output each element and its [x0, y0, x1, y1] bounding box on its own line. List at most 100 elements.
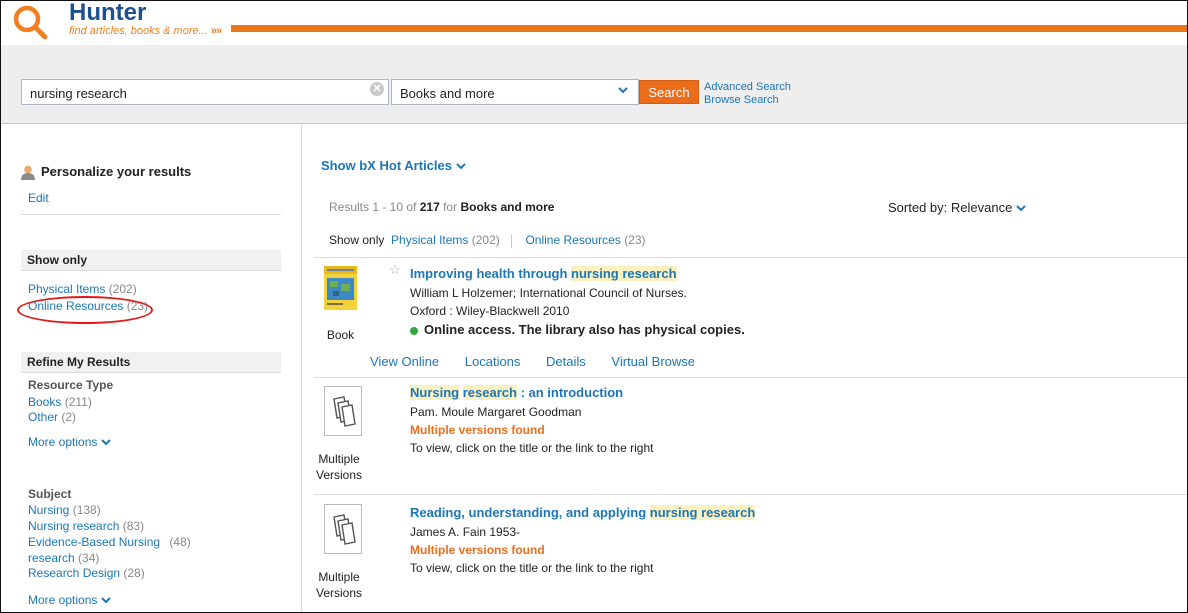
search-links: Advanced Search Browse Search — [704, 81, 791, 107]
resource-type-more-options[interactable]: More options — [28, 435, 111, 449]
subject-more-label: More options — [28, 593, 98, 607]
availability-text: Online access. The library also has phys… — [424, 322, 745, 337]
locations-link[interactable]: Locations — [465, 354, 521, 369]
page: Hunter find articles, books & more... »»… — [0, 0, 1188, 613]
facet-subject-count: (48) — [169, 535, 191, 549]
subject-title: Subject — [28, 487, 72, 501]
sort-control[interactable]: Sorted by: Relevance — [888, 200, 1026, 215]
result-item: ☆ Book Improving health through nursing … — [314, 257, 1187, 378]
result-title[interactable]: Reading, understanding, and applying nur… — [410, 505, 756, 520]
resource-type-more-label: More options — [28, 435, 98, 449]
chevron-down-icon — [455, 163, 466, 170]
chevron-down-icon — [101, 597, 111, 604]
result-type-label: Book — [326, 328, 355, 342]
subject-more-options[interactable]: More options — [28, 593, 111, 607]
logo-tagline-text: find articles, books & more... — [69, 25, 208, 37]
facet-subject-count: (34) — [78, 551, 100, 565]
show-only-physical-label[interactable]: Physical Items — [28, 282, 105, 296]
result-actions: View Online Locations Details Virtual Br… — [370, 354, 717, 369]
chevron-down-icon — [618, 85, 628, 97]
facet-subject[interactable]: Nursing research (83) — [28, 519, 144, 533]
clear-search-icon[interactable]: ✕ — [370, 82, 384, 96]
result-author: William L Holzemer; International Counci… — [410, 286, 687, 300]
book-cover-thumbnail[interactable] — [324, 266, 357, 310]
multiple-versions-label[interactable]: Multiple versions found — [410, 423, 545, 437]
refine-title: Refine My Results — [21, 352, 281, 373]
result-title-text: : an introduction — [516, 385, 624, 400]
browse-search-link[interactable]: Browse Search — [704, 94, 791, 107]
facet-subject[interactable]: Evidence-Based Nursing (48) — [28, 535, 191, 549]
results-count: Results 1 - 10 of 217 for Books and more — [329, 200, 554, 214]
multiple-versions-label[interactable]: Multiple versions found — [410, 543, 545, 557]
show-only-physical[interactable]: Physical Items (202) — [28, 282, 137, 296]
result-title-highlight: nursing research — [571, 266, 677, 281]
result-title-highlight: research — [462, 385, 517, 400]
personalize-header: Personalize your results — [21, 164, 281, 181]
multiple-versions-icon[interactable] — [324, 386, 362, 436]
hot-articles-toggle[interactable]: Show bX Hot Articles — [321, 158, 466, 173]
search-scope-value: Books and more — [400, 86, 495, 101]
divider — [21, 214, 281, 215]
show-only-label: Show only — [329, 233, 385, 247]
details-link[interactable]: Details — [546, 354, 586, 369]
result-type-line: Multiple — [318, 570, 360, 584]
results-main: Show bX Hot Articles Results 1 - 10 of 2… — [302, 124, 1187, 612]
filter-online-link[interactable]: Online Resources — [525, 233, 620, 247]
logo-tagline: find articles, books & more... »» — [69, 25, 222, 37]
magnifier-logo-icon — [13, 5, 48, 40]
facet-books-label[interactable]: Books — [28, 395, 61, 409]
result-title[interactable]: Improving health through nursing researc… — [410, 266, 677, 281]
result-item: Multiple Versions Nursing research : an … — [314, 377, 1187, 495]
star-icon[interactable]: ☆ — [389, 262, 401, 278]
result-type-line: Versions — [315, 586, 363, 600]
result-type-label: Multiple Versions — [314, 570, 364, 600]
result-title-highlight: Nursing — [410, 385, 460, 400]
results-total: 217 — [419, 200, 440, 214]
show-only-physical-count: (202) — [108, 282, 137, 296]
virtual-browse-link[interactable]: Virtual Browse — [611, 354, 695, 369]
versions-note: To view, click on the title or the link … — [410, 561, 654, 575]
result-title[interactable]: Nursing research : an introduction — [410, 385, 623, 400]
facet-subject[interactable]: research (34) — [28, 551, 99, 565]
filter-physical-count: (202) — [471, 233, 500, 247]
facet-subject-label[interactable]: research — [28, 551, 75, 565]
search-button[interactable]: Search — [639, 80, 699, 104]
availability-status: Online access. The library also has phys… — [410, 322, 745, 337]
facet-subject-count: (138) — [72, 503, 101, 517]
header: Hunter find articles, books & more... »» — [1, 1, 1187, 45]
facet-subject-label[interactable]: Research Design — [28, 566, 120, 580]
facet-other-label[interactable]: Other — [28, 410, 58, 424]
logo-title[interactable]: Hunter — [69, 1, 146, 27]
facet-books[interactable]: Books (211) — [28, 395, 92, 409]
logo-arrows: »» — [210, 25, 222, 37]
sidebar: Personalize your results Edit Show only … — [1, 124, 302, 612]
annotation-circle — [17, 296, 153, 324]
search-input[interactable] — [21, 79, 389, 105]
facet-subject-label[interactable]: Nursing research — [28, 519, 119, 533]
search-scope-select[interactable]: Books and more — [391, 79, 639, 105]
results-for: for — [443, 200, 458, 214]
facet-subject[interactable]: Research Design (28) — [28, 566, 145, 580]
result-type-line: Multiple — [318, 452, 360, 466]
results-scope: Books and more — [460, 200, 555, 214]
facet-books-count: (211) — [64, 395, 92, 409]
facet-subject-count: (83) — [122, 519, 145, 533]
advanced-search-link[interactable]: Advanced Search — [704, 81, 791, 94]
multiple-versions-icon[interactable] — [324, 504, 362, 554]
personalize-title: Personalize your results — [41, 164, 192, 179]
facet-subject[interactable]: Nursing (138) — [28, 503, 101, 517]
result-type-line: Versions — [315, 468, 363, 482]
results-prefix: Results 1 - 10 of — [329, 200, 417, 214]
result-publisher: Oxford : Wiley-Blackwell 2010 — [410, 304, 570, 318]
resource-type-title: Resource Type — [28, 378, 114, 392]
facet-subject-label[interactable]: Nursing — [28, 503, 69, 517]
result-title-text: Improving health through — [410, 266, 572, 281]
personalize-edit-link[interactable]: Edit — [28, 191, 49, 205]
result-title-highlight: nursing research — [649, 505, 756, 520]
show-only-title: Show only — [21, 250, 281, 271]
filter-physical-link[interactable]: Physical Items — [391, 233, 468, 247]
facet-subject-label[interactable]: Evidence-Based Nursing — [28, 535, 160, 549]
facet-other[interactable]: Other (2) — [28, 410, 76, 424]
view-online-link[interactable]: View Online — [370, 354, 439, 369]
show-only-bar: Show only Physical Items (202) Online Re… — [329, 233, 646, 248]
